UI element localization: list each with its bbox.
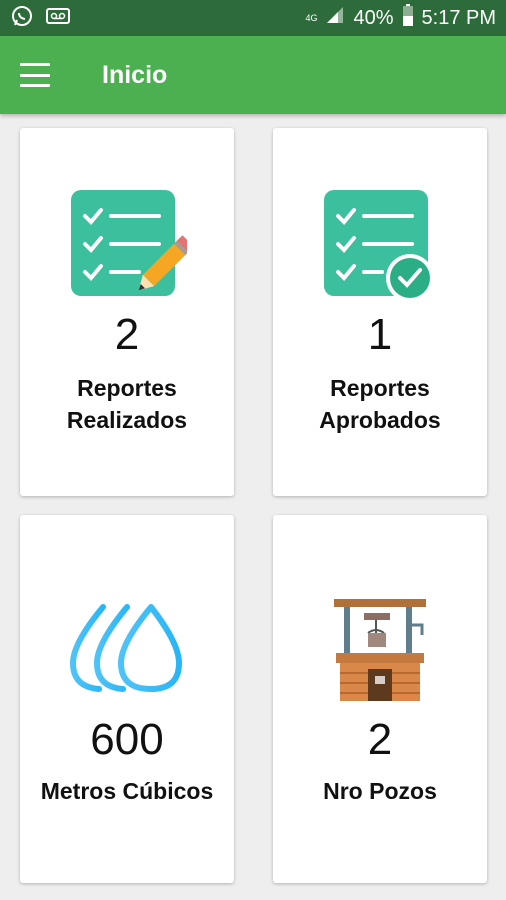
whatsapp-icon [10,4,34,33]
card-label: Reportes Realizados [66,375,188,433]
page-title: Inicio [102,60,168,89]
status-bar: 4G 40% 5:17 PM [0,0,506,36]
card-reportes-realizados[interactable]: 2 Reportes Realizados [20,128,234,496]
water-drops-icon [20,603,234,695]
battery-percent: 40% [353,6,394,29]
signal-icon [325,5,345,31]
card-value: 2 [114,310,140,359]
battery-icon [402,4,414,32]
clock: 5:17 PM [421,6,496,29]
card-label: Reportes Aprobados [319,375,441,433]
checklist-check-icon [273,188,487,303]
card-value: 600 [90,715,164,764]
card-metros-cubicos[interactable]: 600 Metros Cúbicos [20,515,234,883]
card-reportes-aprobados[interactable]: 1 Reportes Aprobados [273,128,487,496]
card-label: Nro Pozos [323,778,437,804]
card-nro-pozos[interactable]: 2 Nro Pozos [273,515,487,883]
network-type-indicator: 4G [305,12,318,23]
voicemail-icon [46,6,70,31]
card-value: 2 [367,715,393,764]
card-value: 1 [367,310,393,359]
hamburger-menu-icon[interactable] [20,63,50,87]
checklist-pencil-icon [20,188,234,303]
card-label: Metros Cúbicos [40,778,214,804]
app-bar: Inicio [0,36,506,114]
water-well-icon [273,597,487,703]
